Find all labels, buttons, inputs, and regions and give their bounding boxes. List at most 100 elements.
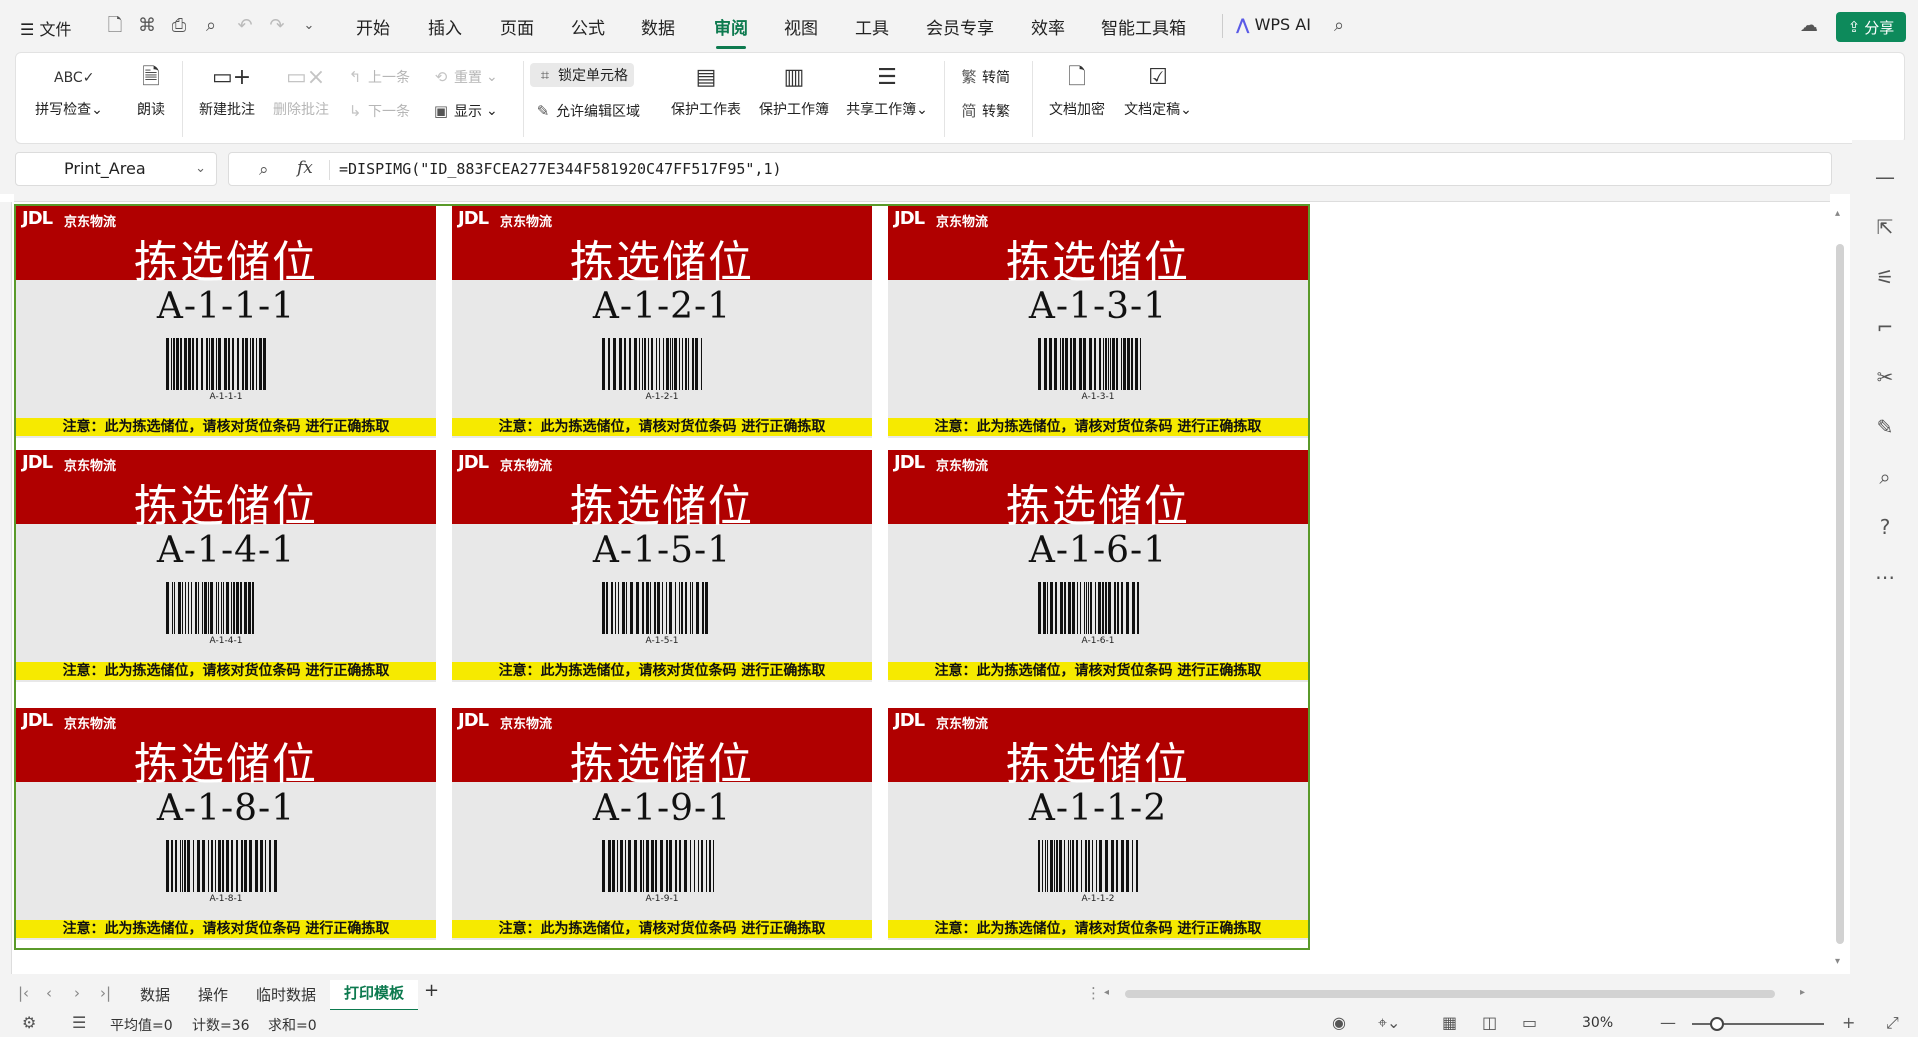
hscroll-left-icon[interactable]: ⋮ [1086,984,1101,1002]
to-simplified-button[interactable]: 繁 转简 [960,67,1010,87]
share-button[interactable]: ⇪ 分享 [1836,12,1906,42]
formula-text[interactable]: =DISPIMG("ID_883FCEA277E344F581920C47FF5… [339,160,782,178]
normal-view-icon[interactable]: ▦ [1442,1013,1457,1032]
tab-tools[interactable]: 工具 [855,14,889,39]
to-traditional-button[interactable]: 简 转繁 [960,101,1010,121]
file-menu[interactable]: ☰ 文件 [20,16,71,40]
zoom-icon[interactable]: ⌕ [259,160,269,180]
scroll-thumb[interactable] [1836,244,1844,944]
tab-home[interactable]: 开始 [356,14,390,39]
barcode-image [1038,582,1152,634]
share-link-icon[interactable]: ⌘ [136,15,158,37]
horizontal-scrollbar[interactable] [1125,990,1775,998]
tab-formula[interactable]: 公式 [571,14,605,39]
location-label[interactable]: JDL 京东物流 拣选储位 A-1-5-1 A-1-5-1 注意：此为拣选储位，请核对货位… [452,450,872,682]
tab-smart-toolbox[interactable]: 智能工具箱 [1101,14,1186,39]
prev-sheet-icon[interactable]: ‹ [46,984,52,1002]
share-book-button[interactable]: ☰ 共享工作簿⌄ [840,63,934,119]
zoom-level[interactable]: 30% [1582,1015,1613,1031]
allow-edit-label: 允许编辑区域 [556,104,640,120]
tab-insert[interactable]: 插入 [428,14,462,39]
locate-icon[interactable]: ⌖⌄ [1378,1013,1400,1033]
delete-comment-button[interactable]: ▭× 删除批注 [268,63,334,119]
tab-data[interactable]: 数据 [641,14,675,39]
read-aloud-button[interactable]: 🗎 朗读 [126,63,176,119]
fx-icon[interactable]: fx [297,158,313,178]
print-icon[interactable]: ⎙ [168,15,190,37]
reset-button[interactable]: ⟲ 重置 ⌄ [432,67,498,87]
page-layout-icon[interactable]: ◫ [1482,1013,1497,1032]
location-label[interactable]: JDL 京东物流 拣选储位 A-1-6-1 A-1-6-1 注意：此为拣选储位，请核对货位… [888,450,1308,682]
cloud-upload-icon[interactable]: ☁ [1798,15,1820,37]
barcode-text: A-1-8-1 [209,894,243,904]
more-icon[interactable]: ⋯ [1872,564,1898,590]
allow-edit-button[interactable]: ✎ 允许编辑区域 [534,101,640,121]
scroll-left-icon[interactable]: ◂ [1104,987,1109,998]
show-button[interactable]: ▣ 显示 ⌄ [432,101,498,121]
doc-finalize-button[interactable]: ☑ 文档定稿⌄ [1118,63,1198,119]
location-label[interactable]: JDL 京东物流 拣选储位 A-1-1-1 A-1-1-1 注意：此为拣选储位，请核对货位… [16,206,436,438]
tools-icon[interactable]: ✂ [1872,364,1898,390]
prev-comment-button[interactable]: ↰ 上一条 [346,67,410,87]
search-doc-icon[interactable]: ⌕ [1872,464,1898,490]
wps-ai-button[interactable]: ⋀ WPS AI [1236,15,1311,34]
first-sheet-icon[interactable]: |‹ [18,984,29,1002]
location-label[interactable]: JDL 京东物流 拣选储位 A-1-3-1 A-1-3-1 注意：此为拣选储位，请核对货位… [888,206,1308,438]
protect-sheet-button[interactable]: ▤ 保护工作表 [666,63,746,119]
zoom-slider-knob[interactable] [1710,1017,1724,1031]
sheet-tab-temp-data[interactable]: 临时数据 [256,984,316,1005]
name-box[interactable]: Print_Area ⌄ [15,152,217,186]
doc-encrypt-button[interactable]: 🗋 文档加密 [1044,63,1110,119]
next-comment-button[interactable]: ↳ 下一条 [346,101,410,121]
tab-efficiency[interactable]: 效率 [1031,14,1065,39]
chevron-down-icon[interactable]: ⌄ [195,153,206,185]
location-label[interactable]: JDL 京东物流 拣选储位 A-1-1-2 A-1-1-2 注意：此为拣选储位，请核对货位… [888,708,1308,940]
page-break-icon[interactable]: ▭ [1522,1013,1537,1032]
fullscreen-icon[interactable]: ⤢ [1886,1013,1899,1033]
last-sheet-icon[interactable]: ›| [100,984,111,1002]
protect-book-button[interactable]: ▥ 保护工作簿 [754,63,834,119]
formula-bar[interactable]: ⌕ fx =DISPIMG("ID_883FCEA277E344F581920C… [228,152,1832,186]
tab-page[interactable]: 页面 [500,14,534,39]
sheet-tab-print-template[interactable]: 打印模板 [330,980,419,1012]
protect-sheet-label: 保护工作表 [671,102,741,118]
scroll-down-icon[interactable]: ▾ [1835,956,1840,967]
macro-icon[interactable]: ⚙ [22,1013,36,1032]
zoom-in-icon[interactable]: + [1842,1013,1855,1032]
tab-member[interactable]: 会员专享 [926,14,994,39]
scroll-up-icon[interactable]: ▴ [1835,208,1840,219]
redo-icon[interactable]: ↷ [266,15,288,37]
spellcheck-button[interactable]: ABC✓ 拼写检查⌄ [34,63,104,119]
label-banner: JDL 京东物流 拣选储位 [452,206,872,288]
location-label[interactable]: JDL 京东物流 拣选储位 A-1-2-1 A-1-2-1 注意：此为拣选储位，请核对货位… [452,206,872,438]
eye-icon[interactable]: ◉ [1332,1013,1346,1032]
print-preview-icon[interactable]: ⌕ [200,15,222,37]
collapse-icon[interactable]: — [1872,164,1898,190]
zoom-out-icon[interactable]: — [1660,1013,1676,1032]
allow-edit-icon: ✎ [536,102,550,120]
new-comment-button[interactable]: ▭+ 新建批注 [194,63,260,119]
undo-icon[interactable]: ↶ [234,15,256,37]
vertical-scrollbar[interactable]: ▴ ▾ [1834,208,1846,970]
tab-view[interactable]: 视图 [784,14,818,39]
crop-icon[interactable]: ⌐ [1872,314,1898,340]
sheet-tab-data[interactable]: 数据 [140,984,170,1005]
location-label[interactable]: JDL 京东物流 拣选储位 A-1-4-1 A-1-4-1 注意：此为拣选储位，请核对货位… [16,450,436,682]
help-icon[interactable]: ? [1872,514,1898,540]
lock-cell-button[interactable]: ⌗ 锁定单元格 [530,63,634,87]
add-sheet-icon[interactable]: + [424,980,439,1001]
location-code: A-1-8-1 [156,788,296,829]
sheet-tab-operation[interactable]: 操作 [198,984,228,1005]
sheet-view-icon[interactable]: ☰ [72,1013,86,1032]
chevron-down-icon[interactable]: ⌄ [298,15,320,37]
location-label[interactable]: JDL 京东物流 拣选储位 A-1-8-1 A-1-8-1 注意：此为拣选储位，请核对货位… [16,708,436,940]
select-icon[interactable]: ⇱ [1872,214,1898,240]
location-label[interactable]: JDL 京东物流 拣选储位 A-1-9-1 A-1-9-1 注意：此为拣选储位，请核对货位… [452,708,872,940]
tab-review[interactable]: 审阅 [714,14,748,49]
edit-doc-icon[interactable]: ✎ [1872,414,1898,440]
scroll-right-icon[interactable]: ▸ [1800,987,1805,998]
save-icon[interactable]: 🗋 [104,15,126,37]
search-icon[interactable]: ⌕ [1328,15,1350,37]
settings-sliders-icon[interactable]: ⚟ [1872,264,1898,290]
next-sheet-icon[interactable]: › [74,984,80,1002]
